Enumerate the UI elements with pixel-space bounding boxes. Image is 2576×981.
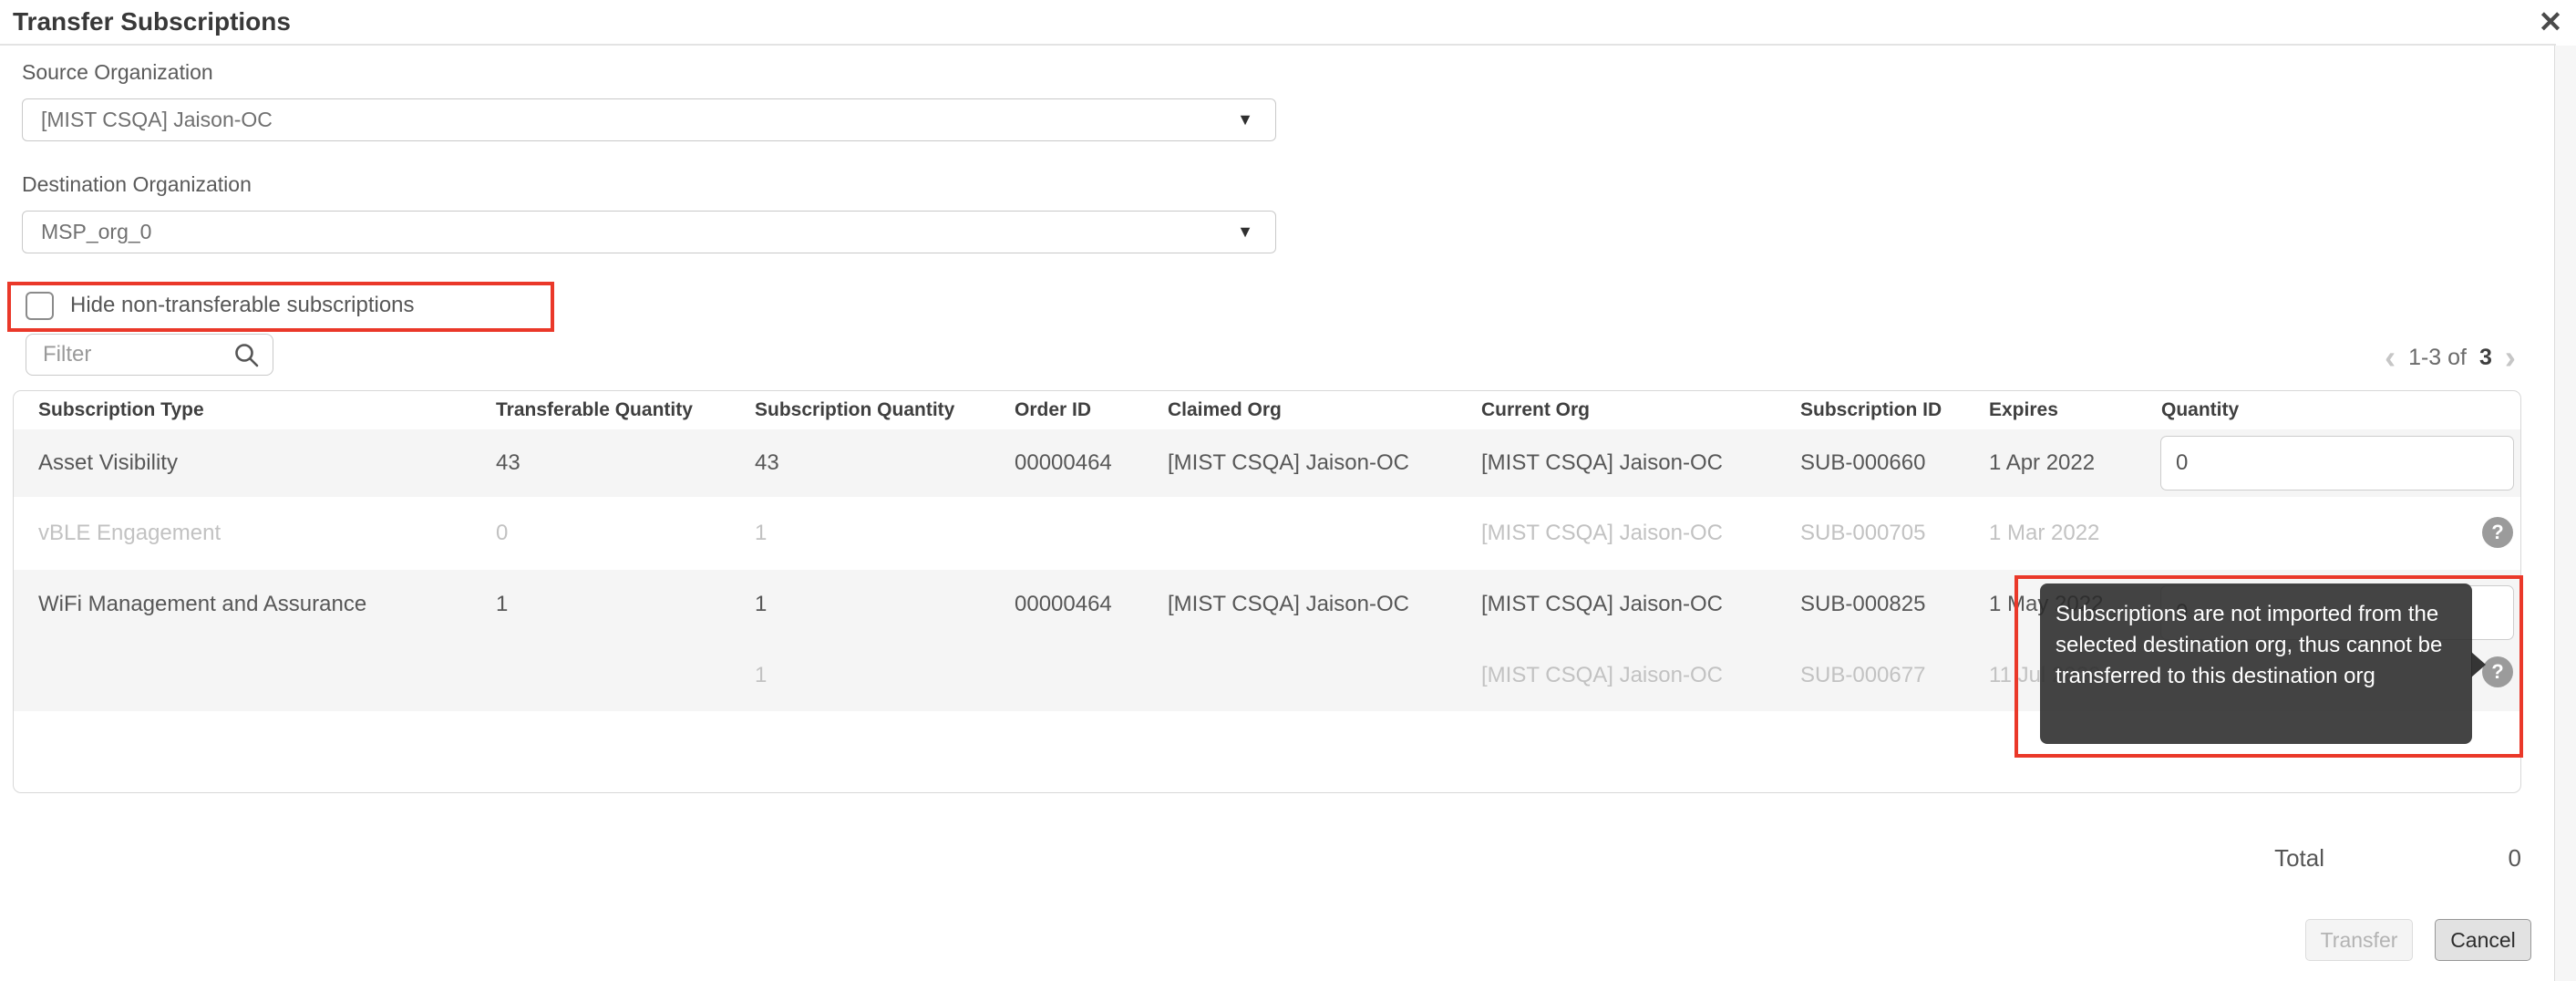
cell-subscription-qty: 1: [755, 592, 768, 616]
column-header: Transferable Quantity: [496, 399, 693, 420]
filter-field: [26, 334, 273, 376]
pagination: ‹ 1-3 of 3 ›: [2368, 339, 2532, 376]
help-icon[interactable]: ?: [2482, 656, 2513, 687]
column-header: Subscription Quantity: [755, 399, 955, 420]
column-header: Subscription Type: [38, 399, 204, 420]
title-divider: [0, 44, 2556, 46]
cell-subscription-id: SUB-000825: [1800, 592, 1926, 616]
cell-current-org: [MIST CSQA] Jaison-OC: [1481, 521, 1723, 545]
cell-transferable-qty: 0: [496, 521, 509, 545]
source-org-label: Source Organization: [22, 60, 213, 84]
cell-order-id: 00000464: [1015, 450, 1112, 475]
scrollbar-track[interactable]: [2554, 46, 2576, 981]
transfer-subscriptions-modal: Transfer Subscriptions ✕ Source Organiza…: [0, 0, 2576, 981]
hide-nontransferable-label: Hide non-transferable subscriptions: [70, 293, 415, 317]
cell-order-id: 00000464: [1015, 592, 1112, 616]
cell-claimed-org: [MIST CSQA] Jaison-OC: [1168, 592, 1409, 616]
cell-transferable-qty: 1: [496, 592, 509, 616]
chevron-down-icon: ▼: [1237, 222, 1253, 241]
pagination-range: 1-3 of: [2408, 344, 2468, 370]
quantity-input-row1[interactable]: [2160, 436, 2514, 490]
cell-transferable-qty: 43: [496, 450, 520, 475]
column-header: Current Org: [1481, 399, 1591, 420]
destination-org-value: MSP_org_0: [41, 220, 152, 243]
cell-subscription-id: SUB-000660: [1800, 450, 1926, 475]
page-title: Transfer Subscriptions: [13, 7, 291, 36]
hide-nontransferable-checkbox[interactable]: [26, 291, 54, 320]
table-row: vBLE Engagement 0 1 [MIST CSQA] Jaison-O…: [14, 497, 2520, 570]
help-icon[interactable]: ?: [2482, 517, 2513, 548]
chevron-down-icon: ▼: [1237, 110, 1253, 129]
destination-org-label: Destination Organization: [22, 172, 252, 196]
cell-subscription-type: vBLE Engagement: [38, 521, 222, 545]
cell-subscription-qty: 1: [755, 662, 768, 687]
cell-subscription-qty: 43: [755, 450, 779, 475]
column-header: Order ID: [1015, 399, 1092, 420]
tooltip: Subscriptions are not imported from the …: [2040, 583, 2486, 744]
close-icon[interactable]: ✕: [2532, 4, 2569, 40]
table-row: Asset Visibility 43 43 00000464 [MIST CS…: [14, 429, 2520, 497]
cell-expires: 1 Mar 2022: [1989, 521, 2100, 545]
total-row: Total 0: [2151, 844, 2521, 877]
cell-current-org: [MIST CSQA] Jaison-OC: [1481, 592, 1723, 616]
column-header: Quantity: [2161, 399, 2240, 420]
cell-subscription-id: SUB-000677: [1800, 662, 1926, 687]
chevron-right-icon[interactable]: ›: [2505, 341, 2516, 374]
cell-subscription-type: Asset Visibility: [38, 450, 178, 475]
cancel-button[interactable]: Cancel: [2435, 919, 2531, 961]
total-value: 0: [2508, 844, 2521, 872]
column-header: Subscription ID: [1800, 399, 1942, 420]
search-icon: [235, 344, 259, 367]
chevron-left-icon[interactable]: ‹: [2385, 341, 2396, 374]
cell-current-org: [MIST CSQA] Jaison-OC: [1481, 450, 1723, 475]
column-header: Expires: [1989, 399, 2058, 420]
cell-expires: 1 Apr 2022: [1989, 450, 2096, 475]
destination-org-select[interactable]: MSP_org_0 ▼: [22, 211, 1276, 253]
cell-subscription-type: WiFi Management and Assurance: [38, 592, 367, 616]
source-org-select[interactable]: [MIST CSQA] Jaison-OC ▼: [22, 98, 1276, 141]
source-org-value: [MIST CSQA] Jaison-OC: [41, 108, 273, 131]
hide-nontransferable-row: Hide non-transferable subscriptions: [26, 290, 415, 321]
cell-subscription-qty: 1: [755, 521, 768, 545]
transfer-button[interactable]: Transfer: [2305, 919, 2413, 961]
cell-subscription-id: SUB-000705: [1800, 521, 1926, 545]
cell-current-org: [MIST CSQA] Jaison-OC: [1481, 662, 1723, 687]
cell-claimed-org: [MIST CSQA] Jaison-OC: [1168, 450, 1409, 475]
table-header-row: Subscription Type Transferable Quantity …: [14, 391, 2520, 429]
tooltip-arrow: [2471, 652, 2486, 677]
column-header: Claimed Org: [1168, 399, 1282, 420]
tooltip-text: Subscriptions are not imported from the …: [2056, 602, 2443, 688]
total-label: Total: [2274, 844, 2324, 872]
pagination-total: 3: [2479, 344, 2492, 370]
